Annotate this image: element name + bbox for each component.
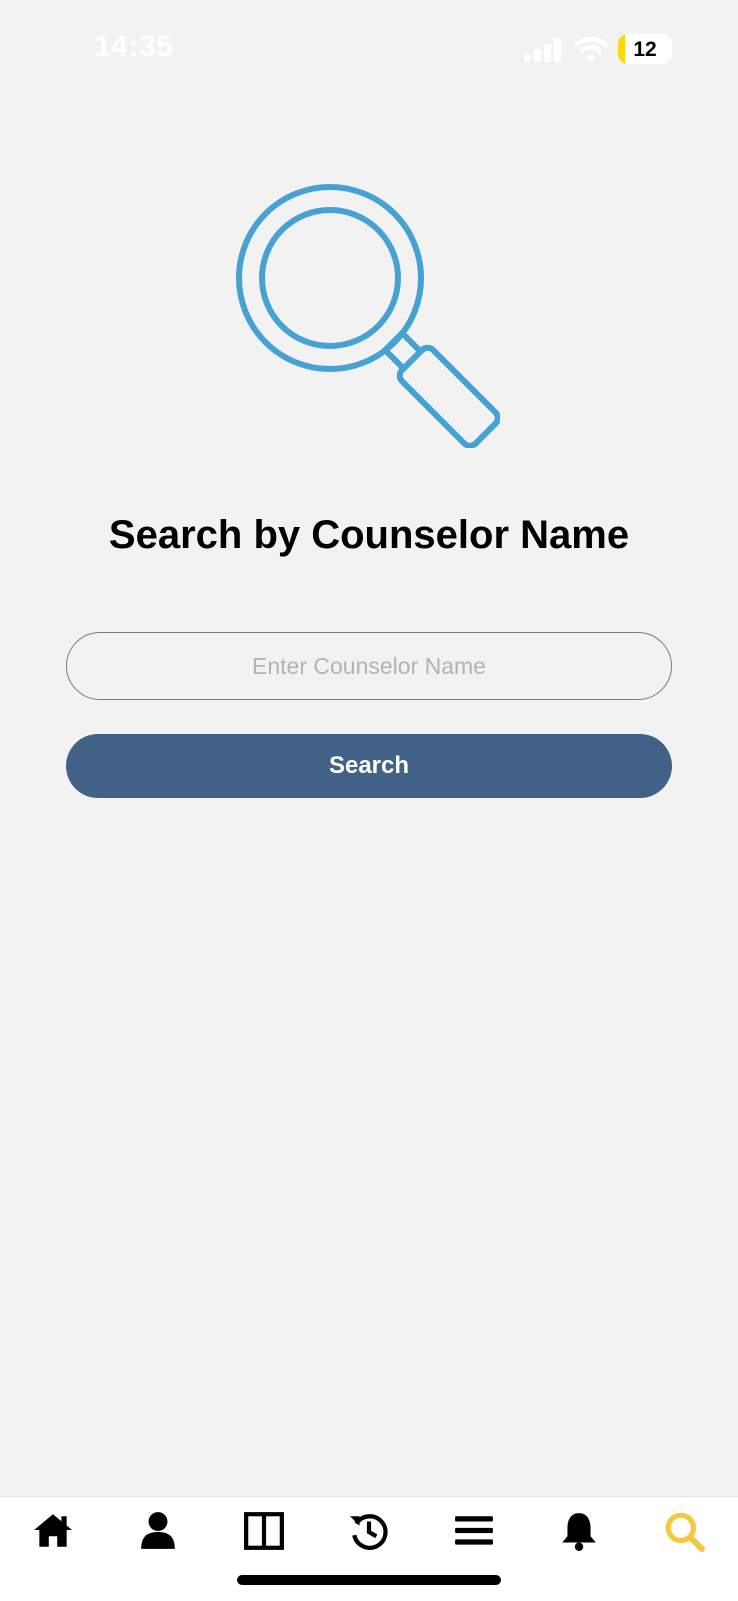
magnifying-glass-icon [236, 184, 500, 448]
wifi-icon [574, 36, 608, 62]
tab-notifications[interactable] [555, 1507, 603, 1555]
person-icon [141, 1512, 175, 1549]
tab-search[interactable] [660, 1507, 708, 1555]
battery-level: 12 [633, 38, 657, 61]
battery-indicator: 12 [618, 34, 672, 64]
search-button[interactable]: Search [66, 734, 672, 798]
bell-icon [562, 1513, 596, 1551]
status-time: 14:35 [94, 30, 174, 63]
tab-columns[interactable] [240, 1507, 288, 1555]
home-icon [34, 1514, 72, 1547]
columns-icon [244, 1512, 284, 1550]
page-title: Search by Counselor Name [108, 513, 630, 557]
search-icon [665, 1512, 705, 1552]
menu-icon [455, 1516, 493, 1545]
tab-menu[interactable] [450, 1507, 498, 1555]
counselor-name-input[interactable] [66, 632, 672, 700]
cellular-signal-icon [524, 38, 561, 62]
tab-home[interactable] [29, 1507, 77, 1555]
status-bar: 14:35 12 [0, 0, 738, 100]
tab-profile[interactable] [134, 1507, 182, 1555]
tab-bar [0, 1496, 738, 1601]
history-icon [350, 1514, 388, 1550]
home-indicator [237, 1575, 501, 1585]
tab-history[interactable] [345, 1507, 393, 1555]
